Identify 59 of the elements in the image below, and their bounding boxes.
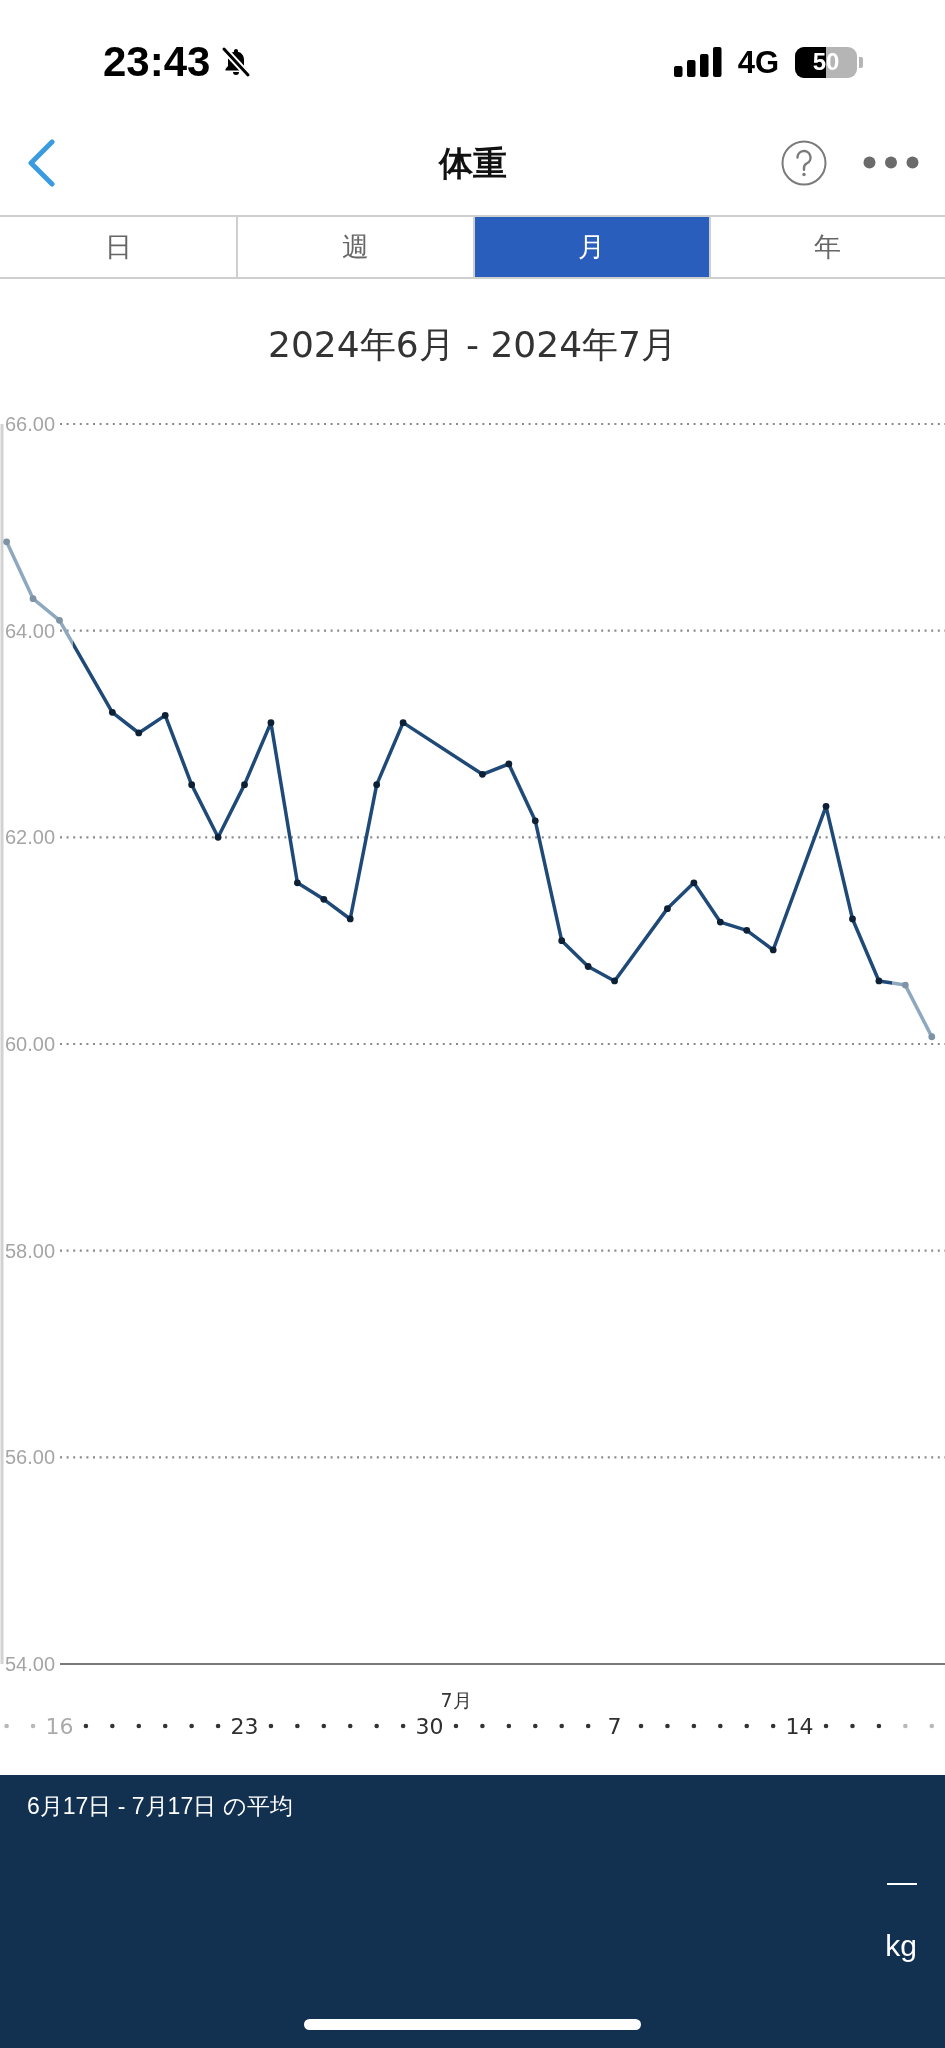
- y-axis-label: 64.00: [5, 619, 56, 642]
- y-axis-label: 58.00: [5, 1239, 56, 1262]
- data-point: [399, 719, 407, 727]
- x-axis-label: 30: [415, 1713, 444, 1739]
- date-range-title: 2024年6月 - 2024年7月: [268, 325, 677, 367]
- x-axis-label: 14: [785, 1713, 814, 1739]
- data-point: [584, 963, 592, 970]
- data-point: [267, 719, 275, 727]
- data-point: [716, 918, 724, 926]
- data-point: [108, 708, 116, 716]
- help-button[interactable]: [781, 139, 827, 186]
- y-axis-label: 56.00: [5, 1446, 56, 1469]
- month-label: 7月: [440, 1689, 472, 1711]
- data-point: [161, 712, 169, 719]
- y-axis-label: 60.00: [5, 1033, 56, 1055]
- data-point: [822, 802, 830, 810]
- data-point: [769, 946, 777, 954]
- data-point: [56, 616, 63, 624]
- data-point: [29, 595, 37, 603]
- ellipsis-icon: [863, 156, 919, 169]
- data-point: [531, 817, 539, 825]
- data-point: [875, 977, 883, 985]
- data-point: [214, 833, 222, 841]
- average-caption: 6月17日 - 7月17日 の平均: [27, 1793, 293, 1819]
- data-point: [294, 879, 301, 887]
- data-point: [188, 781, 196, 789]
- more-button[interactable]: [863, 156, 919, 169]
- x-axis-label: 16: [45, 1713, 74, 1739]
- data-point: [346, 915, 354, 923]
- data-point: [241, 781, 248, 789]
- data-point: [505, 760, 513, 768]
- status-time: 23:43: [103, 41, 211, 83]
- chevron-left-icon: [26, 138, 56, 187]
- data-point: [849, 915, 856, 923]
- page-title: 体重: [438, 145, 507, 180]
- data-point: [664, 905, 671, 913]
- y-axis-label: 54.00: [5, 1653, 56, 1675]
- data-point: [479, 770, 486, 778]
- data-point: [135, 729, 143, 737]
- data-point: [690, 879, 698, 887]
- data-point: [901, 981, 909, 989]
- data-point: [743, 926, 751, 934]
- average-value: —: [887, 1864, 917, 1900]
- signal-icon: [673, 47, 722, 77]
- help-icon: [781, 139, 827, 186]
- data-point: [373, 781, 381, 789]
- battery-percent: 50: [811, 47, 841, 77]
- network-label: 4G: [737, 46, 779, 78]
- tab[interactable]: 月: [472, 217, 709, 277]
- data-point: [928, 1033, 936, 1041]
- y-axis-label: 62.00: [5, 826, 56, 849]
- data-point: [611, 977, 618, 985]
- x-axis-label: 7: [607, 1713, 622, 1739]
- data-point: [320, 895, 328, 903]
- x-axis-label: 23: [230, 1713, 259, 1739]
- y-axis-label: 66.00: [5, 413, 56, 435]
- unit-label: kg: [885, 1928, 917, 1964]
- data-point: [558, 937, 566, 945]
- data-point: [3, 538, 10, 546]
